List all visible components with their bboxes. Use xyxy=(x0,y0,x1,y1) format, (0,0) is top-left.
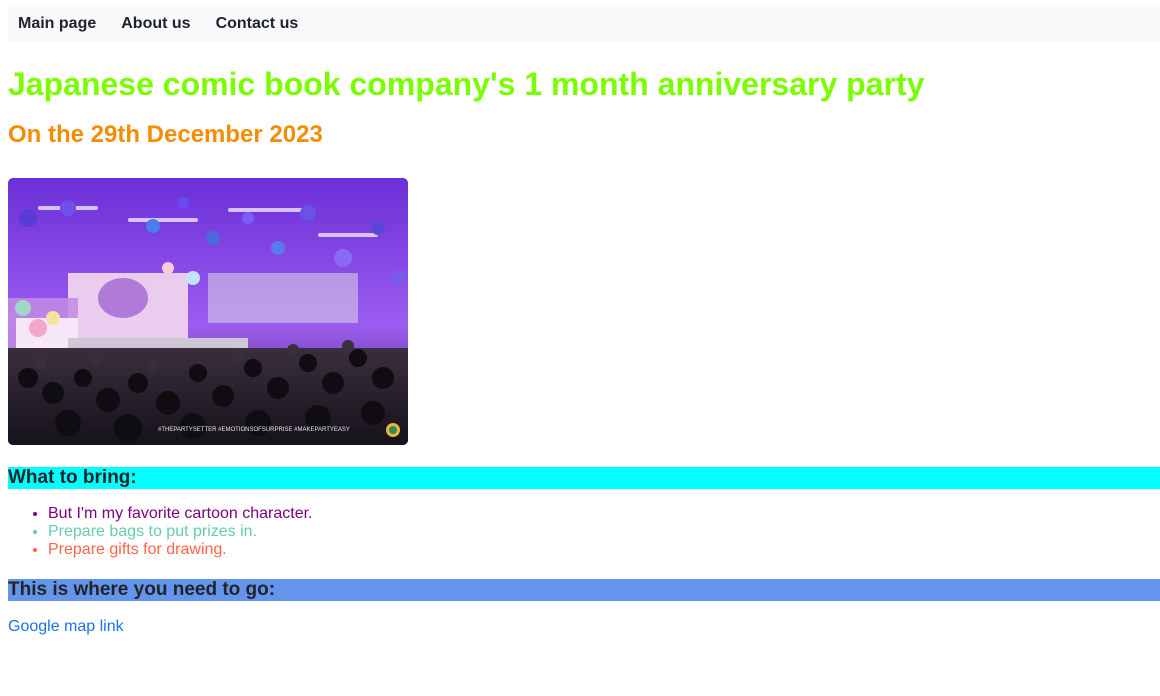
list-item: Prepare bags to put prizes in. xyxy=(48,523,1160,541)
nav-link-about-us[interactable]: About us xyxy=(121,15,190,33)
party-photo: #THEPARTYSETTER #EMOTIONSOFSURPRISE #MAK… xyxy=(8,178,408,445)
list-item: Prepare gifts for drawing. xyxy=(48,541,1160,559)
bring-list: But I'm my favorite cartoon character. P… xyxy=(8,505,1160,559)
navbar: Main page About us Contact us xyxy=(8,5,1160,42)
page: Main page About us Contact us Japanese c… xyxy=(0,0,1160,636)
nav-link-main-page[interactable]: Main page xyxy=(18,15,96,33)
photo-watermark: #THEPARTYSETTER #EMOTIONSOFSURPRISE #MAK… xyxy=(158,427,350,433)
what-to-bring-heading: What to bring: xyxy=(8,467,1160,489)
nav-link-contact-us[interactable]: Contact us xyxy=(216,15,299,33)
directions-heading: This is where you need to go: xyxy=(8,579,1160,601)
list-item: But I'm my favorite cartoon character. xyxy=(48,505,1160,523)
event-date: On the 29th December 2023 xyxy=(8,121,323,148)
google-map-link[interactable]: Google map link xyxy=(8,618,124,636)
page-title: Japanese comic book company's 1 month an… xyxy=(8,66,925,102)
